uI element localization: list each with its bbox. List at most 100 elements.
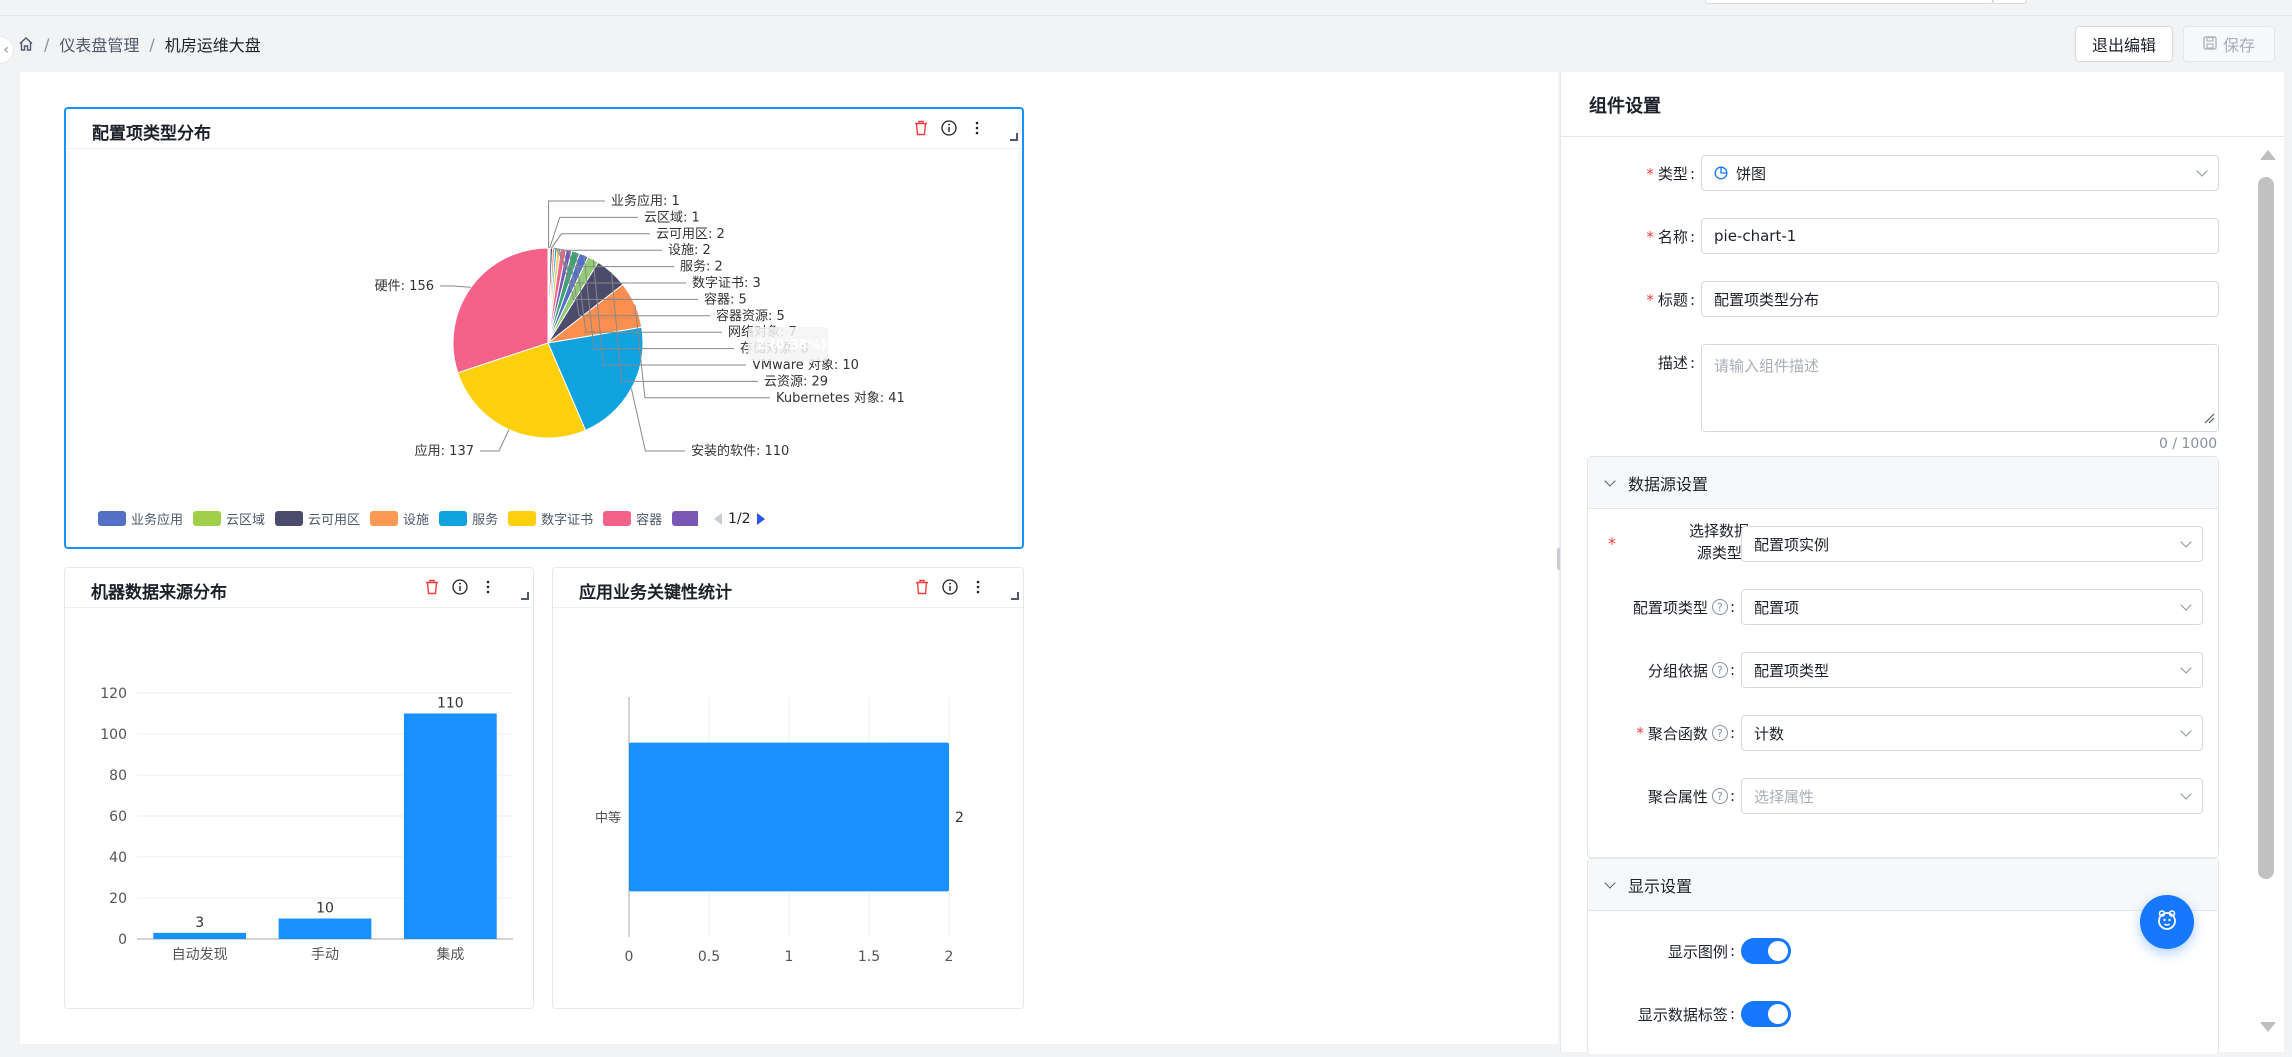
help-icon[interactable]: ? xyxy=(1711,788,1728,804)
card-header: 配置项类型分布 xyxy=(66,109,1022,149)
card-header: 应用业务关键性统计 xyxy=(553,568,1023,608)
show-legend-label-value: 显示图例 xyxy=(1667,942,1728,961)
source-bar-chart-card[interactable]: 机器数据来源分布 0 20 40 60 80 100 120 3 自动发现 10 手动 110 集成 xyxy=(64,567,534,1009)
card-tools xyxy=(913,578,987,596)
info-icon[interactable] xyxy=(451,578,469,596)
bar[interactable] xyxy=(629,742,949,892)
required-mark: * xyxy=(1646,227,1654,246)
help-icon[interactable]: ? xyxy=(1711,662,1728,678)
show-legend-toggle[interactable] xyxy=(1741,938,1791,964)
type-select[interactable]: 饼图 xyxy=(1701,155,2219,191)
info-icon[interactable] xyxy=(940,119,958,137)
legend-item[interactable]: 容器资源 xyxy=(672,509,698,528)
chevron-down-icon xyxy=(2180,536,2192,548)
settings-title: 组件设置 xyxy=(1589,96,1661,117)
bar-value-label: 3 xyxy=(195,915,204,931)
legend-next-icon[interactable] xyxy=(756,512,765,525)
sidebar-collapse-handle[interactable]: ‹ xyxy=(0,36,14,64)
source-type-select[interactable]: 配置项实例 xyxy=(1741,526,2203,562)
scroll-down-icon[interactable] xyxy=(2260,1022,2276,1032)
help-icon[interactable]: ? xyxy=(1711,725,1728,741)
colon: : xyxy=(1689,164,1695,183)
name-input[interactable]: pie-chart-1 xyxy=(1701,218,2219,254)
home-icon[interactable] xyxy=(18,36,34,52)
pie-data-label: 数字证书: 3 xyxy=(692,276,761,291)
source-bar-chart: 0 20 40 60 80 100 120 3 自动发现 10 手动 110 集成 xyxy=(100,686,513,963)
card-title: 配置项类型分布 xyxy=(92,124,211,144)
x-tick-label: 集成 xyxy=(436,946,464,963)
show-data-label-toggle[interactable] xyxy=(1741,1001,1791,1027)
resize-handle[interactable] xyxy=(521,592,529,600)
datasource-section-title: 数据源设置 xyxy=(1628,474,1709,494)
type-select-value: 饼图 xyxy=(1736,164,1767,183)
colon: : xyxy=(1729,1005,1735,1023)
info-icon[interactable] xyxy=(941,578,959,596)
aggregate-func-value: 计数 xyxy=(1754,724,1785,743)
top-search-button[interactable] xyxy=(1993,0,2027,4)
app-criticality-chart-card[interactable]: 应用业务关键性统计 0 0.5 1 1.5 2 2 中等 xyxy=(552,567,1024,1009)
legend-prev-icon[interactable] xyxy=(714,512,722,525)
save-label: 保存 xyxy=(2222,36,2255,55)
bar[interactable] xyxy=(278,918,372,940)
ci-type-label-value: 配置项类型 xyxy=(1632,598,1708,617)
exit-edit-button[interactable]: 退出编辑 xyxy=(2075,26,2173,62)
name-input-value: pie-chart-1 xyxy=(1714,227,1797,245)
bar-value-label: 10 xyxy=(316,901,334,917)
bar[interactable] xyxy=(403,713,497,940)
desc-label-text: 描述: xyxy=(1658,352,1695,373)
legend-item[interactable]: 设施 xyxy=(370,509,429,528)
help-icon[interactable]: ? xyxy=(1711,599,1728,615)
display-section-header[interactable]: 显示设置 xyxy=(1588,859,2218,911)
pie-chart-card[interactable]: 配置项类型分布 业务应用: 1 云区域: 1 云可用区: 2 设施: 2 服务: 2 数字… xyxy=(64,107,1024,549)
textarea-resize-icon[interactable] xyxy=(2203,410,2215,428)
pie-chart-icon xyxy=(1714,166,1728,180)
chevron-down-icon xyxy=(2180,725,2192,737)
more-icon[interactable] xyxy=(968,119,986,137)
delete-icon[interactable] xyxy=(912,119,930,137)
legend-item[interactable]: 服务 xyxy=(439,509,498,528)
description-textarea[interactable]: 请输入组件描述 xyxy=(1701,344,2219,432)
legend-label: 数字证书 xyxy=(541,513,594,528)
assistant-button[interactable] xyxy=(2140,895,2194,949)
colon: : xyxy=(1729,787,1735,805)
more-icon[interactable] xyxy=(969,578,987,596)
ci-type-label: 配置项类型 ?: xyxy=(1591,589,1735,625)
title-input[interactable]: 配置项类型分布 xyxy=(1701,281,2219,317)
save-button[interactable]: 保存 xyxy=(2183,26,2275,62)
bar-value-label: 2 xyxy=(955,810,964,826)
legend-item[interactable]: 云可用区 xyxy=(275,509,360,528)
breadcrumb-item-current: 机房运维大盘 xyxy=(164,36,261,55)
scrollbar-thumb[interactable] xyxy=(2258,177,2274,879)
ci-type-select[interactable]: 配置项 xyxy=(1741,589,2203,625)
aggregate-attr-label-value: 聚合属性 xyxy=(1647,787,1708,806)
chevron-down-icon xyxy=(2196,165,2208,177)
legend-item[interactable]: 云区域 xyxy=(193,509,265,528)
resize-handle[interactable] xyxy=(1010,133,1018,141)
show-data-label-label: 显示数据标签: xyxy=(1591,1000,1735,1028)
name-label-text: * 名称: xyxy=(1646,226,1695,247)
delete-icon[interactable] xyxy=(423,578,441,596)
aggregate-attr-select[interactable]: 选择属性 xyxy=(1741,778,2203,814)
resize-handle[interactable] xyxy=(1011,592,1019,600)
legend-item[interactable]: 业务应用 xyxy=(98,509,183,528)
datasource-section-header[interactable]: 数据源设置 xyxy=(1588,457,2218,509)
group-by-select[interactable]: 配置项类型 xyxy=(1741,652,2203,688)
card-title: 应用业务关键性统计 xyxy=(579,583,732,603)
scroll-up-icon[interactable] xyxy=(2260,150,2276,160)
legend-item[interactable]: 数字证书 xyxy=(508,509,593,528)
pie-label-line xyxy=(549,216,638,249)
display-section-title: 显示设置 xyxy=(1628,876,1693,896)
aggregate-func-label: * 聚合函数 ?: xyxy=(1591,715,1735,751)
x-tick-label: 手动 xyxy=(311,947,339,963)
top-search-input[interactable] xyxy=(1705,0,1993,4)
aggregate-func-select[interactable]: 计数 xyxy=(1741,715,2203,751)
pie-data-label: 业务应用: 1 xyxy=(611,193,680,209)
bar[interactable] xyxy=(153,932,247,939)
breadcrumb-item-dashboard-management[interactable]: 仪表盘管理 xyxy=(59,32,139,56)
x-tick-label: 1 xyxy=(785,949,794,965)
delete-icon[interactable] xyxy=(913,578,931,596)
more-icon[interactable] xyxy=(479,578,497,596)
desc-label-value: 描述 xyxy=(1657,353,1688,372)
legend-item[interactable]: 容器 xyxy=(603,509,662,528)
colon: : xyxy=(1729,598,1735,616)
